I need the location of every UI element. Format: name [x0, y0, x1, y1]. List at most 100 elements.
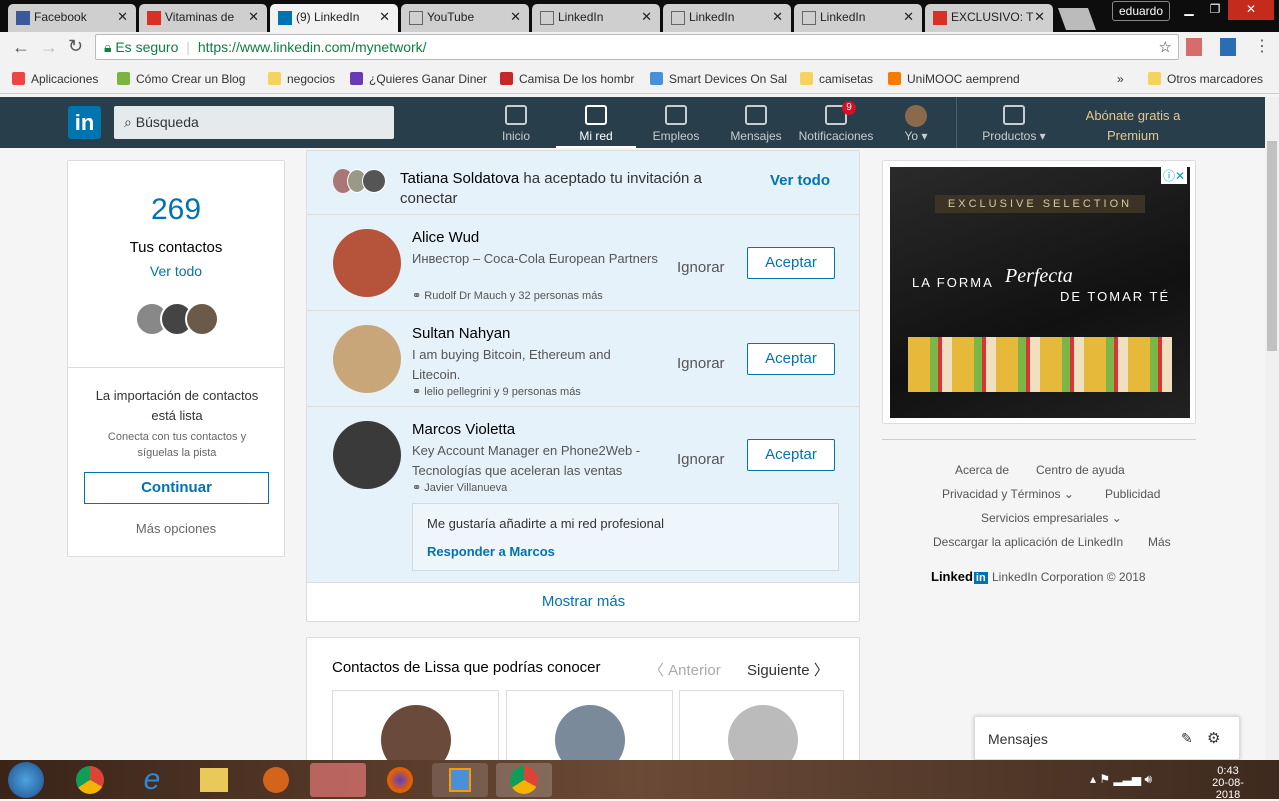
back-icon[interactable]: ←: [12, 37, 30, 58]
avatar[interactable]: [333, 421, 401, 489]
extension-icon[interactable]: [1220, 38, 1236, 56]
bookmarks-overflow[interactable]: »: [1117, 72, 1124, 86]
browser-tab[interactable]: LinkedIn ✕: [663, 4, 791, 32]
next-button[interactable]: Siguiente 〉: [747, 659, 829, 680]
advertisement[interactable]: EXCLUSIVE SELECTION LA FORMA Perfecta DE…: [882, 160, 1196, 424]
internet-explorer-icon[interactable]: e: [128, 763, 176, 797]
browser-tab[interactable]: YouTube ✕: [401, 4, 529, 32]
suggestion-card[interactable]: [332, 690, 499, 775]
browser-tab[interactable]: Facebook ✕: [8, 4, 136, 32]
show-more-button[interactable]: Mostrar más: [307, 593, 859, 610]
pdf-extension-icon[interactable]: [1186, 38, 1202, 56]
bookmark-item[interactable]: ¿Quieres Ganar Diner: [350, 72, 487, 86]
invitation-name[interactable]: Alice Wud: [412, 229, 479, 246]
close-tab-icon[interactable]: ✕: [1034, 9, 1045, 25]
compose-icon[interactable]: ✎: [1181, 730, 1193, 747]
chrome-active-icon[interactable]: [496, 763, 552, 797]
close-tab-icon[interactable]: ✕: [641, 9, 652, 25]
nav-empleos[interactable]: Empleos: [636, 97, 716, 148]
browser-tab[interactable]: LinkedIn ✕: [794, 4, 922, 32]
accept-button[interactable]: Aceptar: [747, 439, 835, 471]
avatar[interactable]: [333, 229, 401, 297]
nav-notificaciones[interactable]: 9 Notificaciones: [796, 97, 876, 148]
footer-link[interactable]: Servicios empresariales ⌄: [981, 511, 1122, 525]
footer-link[interactable]: Privacidad y Términos ⌄: [942, 487, 1074, 501]
invitation-name[interactable]: Sultan Nahyan: [412, 325, 510, 342]
media-player-icon[interactable]: [432, 763, 488, 797]
nav-inicio[interactable]: Inicio: [476, 97, 556, 148]
browser-tab[interactable]: (9) LinkedIn ✕: [270, 4, 398, 32]
shared-connections[interactable]: Javier Villanueva: [424, 482, 507, 494]
linkedin-logo[interactable]: in: [68, 106, 101, 139]
reply-link[interactable]: Responder a Marcos: [427, 544, 555, 559]
app-icon[interactable]: [252, 763, 300, 797]
close-tab-icon[interactable]: ✕: [248, 9, 259, 25]
clock[interactable]: 0:43 20-08-2018: [1200, 765, 1256, 801]
previous-button[interactable]: 〈 Anterior: [649, 659, 721, 680]
firefox-icon[interactable]: [376, 763, 424, 797]
footer-link[interactable]: Más: [1148, 535, 1171, 549]
close-tab-icon[interactable]: ✕: [510, 9, 521, 25]
connections-count[interactable]: 269: [68, 193, 284, 227]
nav-yo[interactable]: Yo ▾: [876, 97, 956, 148]
close-tab-icon[interactable]: ✕: [379, 9, 390, 25]
bookmark-item[interactable]: UniMOOC aemprend: [888, 72, 1020, 86]
bookmark-item[interactable]: Camisa De los hombr: [500, 72, 634, 86]
file-explorer-icon[interactable]: [190, 763, 238, 797]
close-button[interactable]: ✕: [1228, 0, 1274, 20]
reload-icon[interactable]: ↻: [68, 36, 83, 57]
footer-link[interactable]: Descargar la aplicación de LinkedIn: [933, 535, 1123, 549]
messaging-bar[interactable]: Mensajes ✎ ⚙: [974, 716, 1240, 760]
snipping-tool-icon[interactable]: [310, 763, 366, 797]
bookmark-item[interactable]: negocios: [268, 72, 335, 86]
bookmark-item[interactable]: camisetas: [800, 72, 873, 86]
continue-button[interactable]: Continuar: [84, 472, 269, 504]
search-input[interactable]: ⌕ Búsqueda: [114, 106, 394, 139]
nav-mensajes[interactable]: Mensajes: [716, 97, 796, 148]
shared-connections[interactable]: Rudolf Dr Mauch y 32 personas más: [424, 290, 603, 302]
other-bookmarks[interactable]: Otros marcadores: [1148, 72, 1263, 86]
new-tab-button[interactable]: [1057, 8, 1097, 30]
shared-connections[interactable]: lelio pellegrini y 9 personas más: [424, 386, 581, 398]
close-tab-icon[interactable]: ✕: [903, 9, 914, 25]
nav-productos[interactable]: Productos ▾: [960, 97, 1068, 148]
start-button[interactable]: [8, 762, 44, 798]
premium-link[interactable]: Abónate gratis a Premium: [1068, 106, 1198, 146]
suggestion-card[interactable]: [679, 690, 844, 775]
bookmark-item[interactable]: Cómo Crear un Blog: [117, 72, 245, 86]
see-all-connections-link[interactable]: Ver todo: [68, 263, 284, 279]
footer-link[interactable]: Acerca de: [955, 463, 1009, 477]
chrome-taskbar-icon[interactable]: [66, 763, 114, 797]
profile-button[interactable]: eduardo: [1112, 1, 1170, 21]
bookmark-star-icon[interactable]: ☆: [1159, 38, 1172, 56]
browser-tab[interactable]: Vitaminas de ✕: [139, 4, 267, 32]
browser-tab[interactable]: LinkedIn ✕: [532, 4, 660, 32]
accept-button[interactable]: Aceptar: [747, 247, 835, 279]
adchoices-icon[interactable]: ⓘ✕: [1160, 167, 1187, 184]
footer-link[interactable]: Centro de ayuda: [1036, 463, 1125, 477]
more-options-link[interactable]: Más opciones: [68, 521, 284, 536]
avatar[interactable]: [333, 325, 401, 393]
menu-icon[interactable]: ⋮: [1254, 36, 1270, 56]
close-tab-icon[interactable]: ✕: [117, 9, 128, 25]
ignore-button[interactable]: Ignorar: [677, 451, 725, 468]
bookmark-item[interactable]: Smart Devices On Sal: [650, 72, 787, 86]
gear-icon[interactable]: ⚙: [1207, 729, 1220, 747]
bookmark-item[interactable]: Aplicaciones: [12, 72, 98, 86]
see-all-invitations-link[interactable]: Ver todo: [770, 172, 830, 189]
invitation-name[interactable]: Marcos Violetta: [412, 421, 515, 438]
minimize-button[interactable]: ▁: [1176, 0, 1202, 20]
accept-button[interactable]: Aceptar: [747, 343, 835, 375]
ignore-button[interactable]: Ignorar: [677, 259, 725, 276]
ignore-button[interactable]: Ignorar: [677, 355, 725, 372]
system-tray-icons[interactable]: ▴ ⚑ ▂▃▅ 🔊︎: [1090, 772, 1152, 787]
suggestion-card[interactable]: [506, 690, 673, 775]
browser-tab[interactable]: EXCLUSIVO: T ✕: [925, 4, 1053, 32]
address-bar[interactable]: 🔒︎ Es seguro | https://www.linkedin.com/…: [95, 34, 1179, 60]
close-tab-icon[interactable]: ✕: [772, 9, 783, 25]
forward-icon[interactable]: →: [40, 37, 58, 58]
nav-mi-red[interactable]: Mi red: [556, 97, 636, 148]
footer-link[interactable]: Publicidad: [1105, 487, 1160, 501]
maximize-button[interactable]: ❐: [1202, 0, 1228, 20]
scrollbar[interactable]: [1265, 97, 1279, 760]
